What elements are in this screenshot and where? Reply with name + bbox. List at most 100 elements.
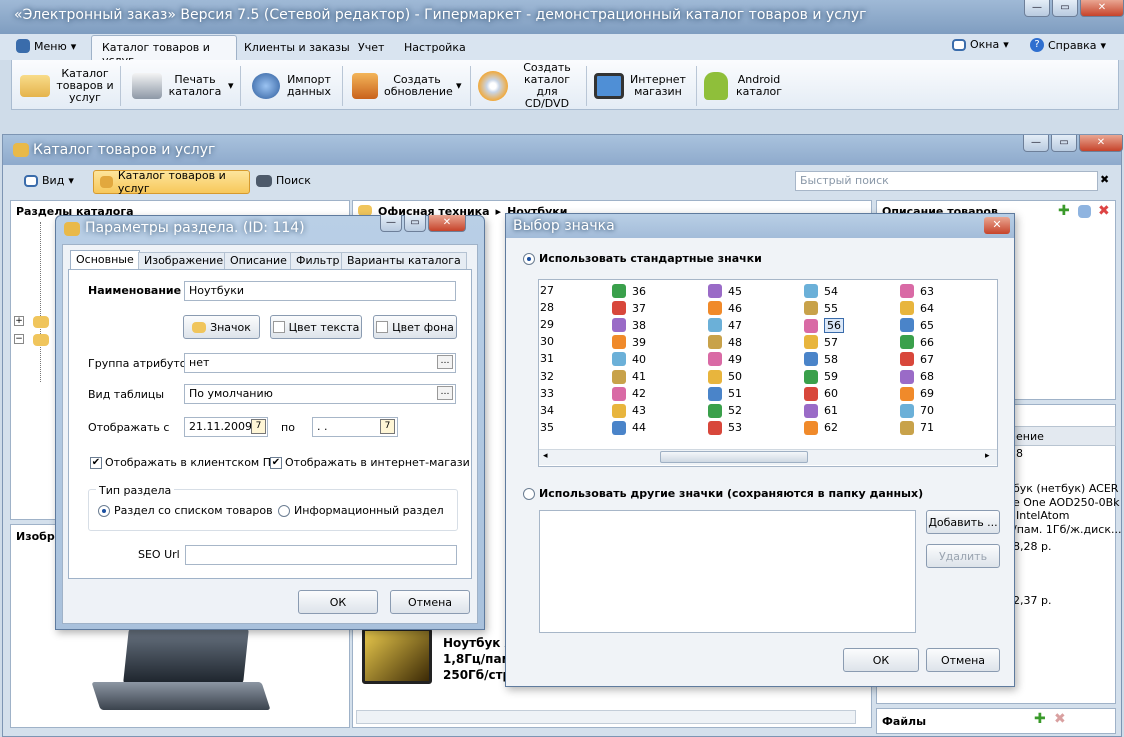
icon-option-66[interactable]: 66 — [900, 335, 934, 350]
params-maximize-button[interactable]: ▭ — [404, 215, 426, 232]
add-icon-button[interactable]: Добавить ... — [926, 510, 1000, 534]
icon-option-33[interactable]: 33 — [540, 387, 554, 400]
add-icon[interactable]: ✚ — [1058, 203, 1070, 219]
menu-button[interactable]: Меню ▾ — [16, 39, 76, 53]
icon-option-58[interactable]: 58 — [804, 352, 838, 367]
scroll-left-icon[interactable]: ◂ — [543, 451, 548, 461]
icon-option-34[interactable]: 34 — [540, 404, 554, 417]
icon-option-29[interactable]: 29 — [540, 318, 554, 331]
clear-search-icon[interactable]: ✖ — [1100, 173, 1109, 186]
ribbon-print-button[interactable]: Печать каталога ▾ — [132, 64, 234, 108]
icon-option-70[interactable]: 70 — [900, 403, 934, 418]
add-file-icon[interactable]: ✚ — [1034, 711, 1046, 727]
folder-icon[interactable] — [33, 334, 49, 346]
attr-group-field[interactable]: нет — [184, 353, 456, 373]
calendar-icon[interactable]: 7 — [380, 419, 395, 434]
icon-option-69[interactable]: 69 — [900, 386, 934, 401]
params-close-button[interactable]: ✕ — [428, 215, 466, 232]
ribbon-import-button[interactable]: Импорт данных — [252, 64, 332, 108]
icon-option-51[interactable]: 51 — [708, 386, 742, 401]
delete-icon[interactable]: ✖ — [1098, 203, 1110, 219]
icon-button[interactable]: Значок — [183, 315, 260, 339]
icon-option-46[interactable]: 46 — [708, 301, 742, 316]
icon-option-49[interactable]: 49 — [708, 352, 742, 367]
tab-description[interactable]: Описание — [224, 252, 293, 270]
maximize-button[interactable]: ▭ — [1052, 0, 1078, 17]
scroll-right-icon[interactable]: ▸ — [985, 451, 990, 461]
icon-option-39[interactable]: 39 — [612, 335, 646, 350]
minimize-button[interactable]: — — [1024, 0, 1050, 17]
tab-main[interactable]: Основные — [70, 250, 140, 270]
icon-option-48[interactable]: 48 — [708, 335, 742, 350]
quick-search-input[interactable]: Быстрый поиск — [795, 171, 1098, 191]
client-checkbox[interactable]: ✔ Отображать в клиентском ПО — [90, 456, 270, 469]
radio-info[interactable]: Информационный раздел — [278, 504, 444, 517]
icon-option-61[interactable]: 61 — [804, 403, 838, 418]
icon-option-50[interactable]: 50 — [708, 369, 742, 384]
icons-close-button[interactable]: ✕ — [984, 217, 1010, 234]
use-other-radio[interactable]: Использовать другие значки (сохраняются … — [523, 487, 923, 500]
name-field[interactable]: Ноутбуки — [184, 281, 456, 301]
icon-option-60[interactable]: 60 — [804, 386, 838, 401]
icon-option-31[interactable]: 31 — [540, 352, 554, 365]
icons-ok-button[interactable]: ОК — [843, 648, 919, 672]
icon-option-32[interactable]: 32 — [540, 370, 554, 383]
ribbon-android-button[interactable]: Android каталог — [704, 64, 784, 108]
ribbon-catalog-button[interactable]: Каталог товаров и услуг — [20, 64, 114, 108]
icon-option-53[interactable]: 53 — [708, 420, 742, 435]
edit-icon[interactable] — [1078, 205, 1091, 218]
icon-option-59[interactable]: 59 — [804, 369, 838, 384]
icon-option-28[interactable]: 28 — [540, 301, 554, 314]
icon-option-67[interactable]: 67 — [900, 352, 934, 367]
icon-option-38[interactable]: 38 — [612, 318, 646, 333]
icon-option-42[interactable]: 42 — [612, 386, 646, 401]
help-menu[interactable]: ? Справка ▾ — [1030, 38, 1106, 52]
icon-option-71[interactable]: 71 — [900, 420, 934, 435]
icon-option-41[interactable]: 41 — [612, 369, 646, 384]
custom-icons-box[interactable] — [539, 510, 916, 633]
seo-field[interactable] — [185, 545, 457, 565]
ribbon-cd-button[interactable]: Создать каталог для CD/DVD — [478, 62, 580, 110]
inner-close-button[interactable]: ✕ — [1079, 135, 1123, 152]
params-ok-button[interactable]: ОК — [298, 590, 378, 614]
text-color-button[interactable]: Цвет текста — [270, 315, 362, 339]
ellipsis-icon[interactable]: … — [437, 355, 453, 369]
icon-option-64[interactable]: 64 — [900, 301, 934, 316]
icon-option-37[interactable]: 37 — [612, 301, 646, 316]
icon-option-27[interactable]: 27 — [540, 284, 554, 297]
icons-cancel-button[interactable]: Отмена — [926, 648, 1000, 672]
icon-option-54[interactable]: 54 — [804, 284, 838, 298]
use-standard-radio[interactable]: Использовать стандартные значки — [523, 252, 762, 265]
tab-catalog[interactable]: Каталог товаров и услуг — [91, 35, 237, 67]
folder-icon[interactable] — [33, 316, 49, 328]
icon-option-47[interactable]: 47 — [708, 318, 742, 333]
scrollbar-thumb[interactable] — [660, 451, 808, 463]
icon-option-65[interactable]: 65 — [900, 318, 934, 333]
delete-file-icon[interactable]: ✖ — [1054, 711, 1066, 727]
calendar-icon[interactable]: 7 — [251, 419, 266, 434]
ribbon-shop-button[interactable]: Интернет магазин — [594, 64, 686, 108]
bg-color-button[interactable]: Цвет фона — [373, 315, 457, 339]
icon-option-63[interactable]: 63 — [900, 284, 934, 298]
tab-image[interactable]: Изображение — [138, 252, 230, 270]
icon-option-36[interactable]: 36 — [612, 284, 646, 298]
params-cancel-button[interactable]: Отмена — [390, 590, 470, 614]
icon-option-30[interactable]: 30 — [540, 335, 554, 348]
icon-option-43[interactable]: 43 — [612, 403, 646, 418]
icon-option-35[interactable]: 35 — [540, 421, 554, 434]
icon-option-68[interactable]: 68 — [900, 369, 934, 384]
tab-accounting[interactable]: Учет — [358, 41, 384, 54]
ribbon-update-button[interactable]: Создать обновление ▾ — [352, 64, 462, 108]
icon-option-40[interactable]: 40 — [612, 352, 646, 367]
expand-icon[interactable]: + — [14, 316, 24, 326]
catalog-toggle-button[interactable]: Каталог товаров и услуг — [93, 169, 250, 195]
inner-minimize-button[interactable]: — — [1023, 135, 1049, 152]
icon-option-55[interactable]: 55 — [804, 301, 838, 316]
delete-icon-button[interactable]: Удалить — [926, 544, 1000, 568]
view-button[interactable]: Вид ▾ — [24, 174, 74, 187]
table-view-field[interactable]: По умолчанию — [184, 384, 456, 404]
radio-list[interactable]: Раздел со списком товаров — [98, 504, 273, 517]
shop-checkbox[interactable]: ✔ Отображать в интернет-магазине — [270, 456, 470, 469]
params-minimize-button[interactable]: — — [380, 215, 402, 232]
tab-filter[interactable]: Фильтр — [290, 252, 346, 270]
